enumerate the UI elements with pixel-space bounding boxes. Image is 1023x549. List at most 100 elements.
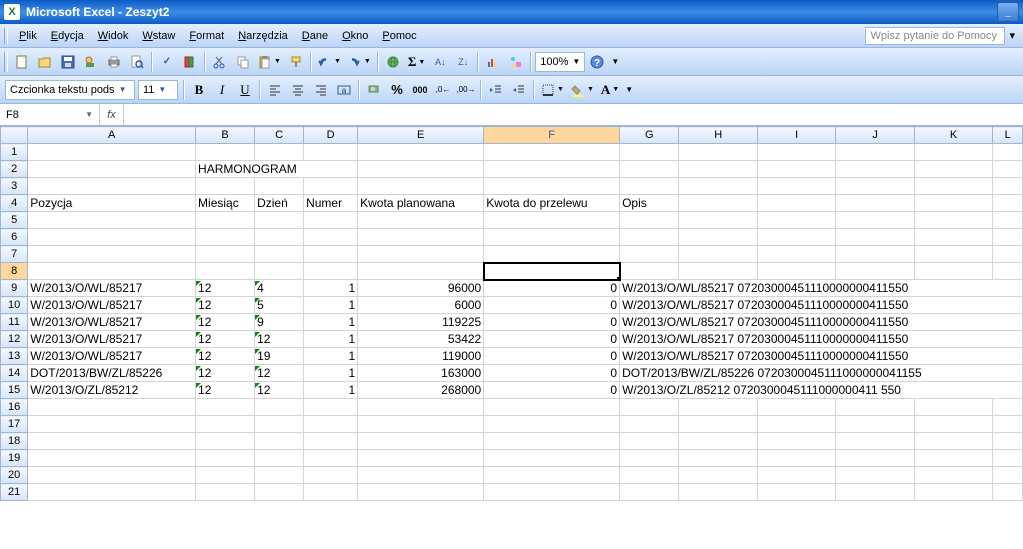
cell-H17[interactable] (679, 416, 758, 433)
row-header-21[interactable]: 21 (1, 484, 28, 501)
font-combo[interactable]: Czcionka tekstu pods▼ (5, 80, 135, 100)
menu-format[interactable]: Format (182, 27, 231, 45)
cell-A3[interactable] (28, 178, 196, 195)
cell-H4[interactable] (679, 195, 758, 212)
undo-icon[interactable]: ▼ (315, 51, 344, 73)
cell-B8[interactable] (196, 263, 255, 280)
cell-A14[interactable]: DOT/2013/BW/ZL/85226 (28, 365, 196, 382)
cell-L4[interactable] (993, 195, 1023, 212)
cell-D10[interactable]: 1 (304, 297, 358, 314)
cell-E16[interactable] (358, 399, 484, 416)
row-header-3[interactable]: 3 (1, 178, 28, 195)
fill-color-icon[interactable]: ▼ (568, 79, 597, 101)
cell-L17[interactable] (993, 416, 1023, 433)
cell-I4[interactable] (757, 195, 835, 212)
cell-H6[interactable] (679, 229, 758, 246)
cell-H8[interactable] (679, 263, 758, 280)
cell-K17[interactable] (914, 416, 993, 433)
cell-F11[interactable]: 0 (484, 314, 620, 331)
cell-F8[interactable] (484, 263, 620, 280)
menu-dane[interactable]: Dane (295, 27, 335, 45)
cell-F16[interactable] (484, 399, 620, 416)
col-header-L[interactable]: L (993, 127, 1023, 144)
format-painter-icon[interactable] (285, 51, 307, 73)
cell-J16[interactable] (836, 399, 914, 416)
cell-E5[interactable] (358, 212, 484, 229)
cell-J2[interactable] (836, 161, 914, 178)
cell-B14[interactable]: 12 (196, 365, 255, 382)
toolbar-options-icon[interactable]: ▼ (623, 79, 635, 101)
col-header-J[interactable]: J (836, 127, 914, 144)
row-header-17[interactable]: 17 (1, 416, 28, 433)
cell-D15[interactable]: 1 (304, 382, 358, 399)
cell-B13[interactable]: 12 (196, 348, 255, 365)
decrease-indent-icon[interactable] (485, 79, 507, 101)
cell-I7[interactable] (757, 246, 835, 263)
cell-E3[interactable] (358, 178, 484, 195)
bold-icon[interactable]: B (188, 79, 210, 101)
cell-J17[interactable] (836, 416, 914, 433)
cell-E15[interactable]: 268000 (358, 382, 484, 399)
cell-L16[interactable] (993, 399, 1023, 416)
cell-D9[interactable]: 1 (304, 280, 358, 297)
cell-K7[interactable] (914, 246, 993, 263)
cell-C1[interactable] (255, 144, 304, 161)
cell-H16[interactable] (679, 399, 758, 416)
cell-K21[interactable] (914, 484, 993, 501)
cell-D7[interactable] (304, 246, 358, 263)
cell-F5[interactable] (484, 212, 620, 229)
cell-B18[interactable] (196, 433, 255, 450)
cell-G15[interactable]: W/2013/O/ZL/85212 0720300045111000000411… (620, 382, 1023, 399)
cell-A12[interactable]: W/2013/O/WL/85217 (28, 331, 196, 348)
help-search-input[interactable] (865, 27, 1005, 45)
cell-A11[interactable]: W/2013/O/WL/85217 (28, 314, 196, 331)
cell-J8[interactable] (836, 263, 914, 280)
cell-F1[interactable] (484, 144, 620, 161)
cell-F18[interactable] (484, 433, 620, 450)
cell-A13[interactable]: W/2013/O/WL/85217 (28, 348, 196, 365)
sort-asc-icon[interactable]: A↓ (429, 51, 451, 73)
cell-E4[interactable]: Kwota planowana (358, 195, 484, 212)
cell-B1[interactable] (196, 144, 255, 161)
row-header-10[interactable]: 10 (1, 297, 28, 314)
cell-H18[interactable] (679, 433, 758, 450)
col-header-C[interactable]: C (255, 127, 304, 144)
cell-K1[interactable] (914, 144, 993, 161)
cell-G18[interactable] (620, 433, 679, 450)
cell-L6[interactable] (993, 229, 1023, 246)
cell-G20[interactable] (620, 467, 679, 484)
menu-pomoc[interactable]: Pomoc (375, 27, 423, 45)
cell-G11[interactable]: W/2013/O/WL/85217 0720300045111000000041… (620, 314, 1023, 331)
cell-L21[interactable] (993, 484, 1023, 501)
cell-K19[interactable] (914, 450, 993, 467)
cell-H1[interactable] (679, 144, 758, 161)
cell-C14[interactable]: 12 (255, 365, 304, 382)
cell-K5[interactable] (914, 212, 993, 229)
cell-G12[interactable]: W/2013/O/WL/85217 0720300045111000000041… (620, 331, 1023, 348)
cell-G16[interactable] (620, 399, 679, 416)
col-header-F[interactable]: F (484, 127, 620, 144)
cell-C16[interactable] (255, 399, 304, 416)
cell-F21[interactable] (484, 484, 620, 501)
cell-A8[interactable] (28, 263, 196, 280)
redo-icon[interactable]: ▼ (345, 51, 374, 73)
cell-I19[interactable] (757, 450, 835, 467)
cell-J5[interactable] (836, 212, 914, 229)
borders-icon[interactable]: ▼ (538, 79, 567, 101)
cell-G13[interactable]: W/2013/O/WL/85217 0720300045111000000041… (620, 348, 1023, 365)
cell-C4[interactable]: Dzień (255, 195, 304, 212)
cell-K3[interactable] (914, 178, 993, 195)
cell-L19[interactable] (993, 450, 1023, 467)
cell-F20[interactable] (484, 467, 620, 484)
cell-C10[interactable]: 5 (255, 297, 304, 314)
cell-L20[interactable] (993, 467, 1023, 484)
cell-C19[interactable] (255, 450, 304, 467)
cell-E14[interactable]: 163000 (358, 365, 484, 382)
col-header-B[interactable]: B (196, 127, 255, 144)
sort-desc-icon[interactable]: Z↓ (452, 51, 474, 73)
cell-C15[interactable]: 12 (255, 382, 304, 399)
cell-A9[interactable]: W/2013/O/WL/85217 (28, 280, 196, 297)
toolbar-handle[interactable] (4, 28, 8, 44)
cell-H20[interactable] (679, 467, 758, 484)
cell-I3[interactable] (757, 178, 835, 195)
